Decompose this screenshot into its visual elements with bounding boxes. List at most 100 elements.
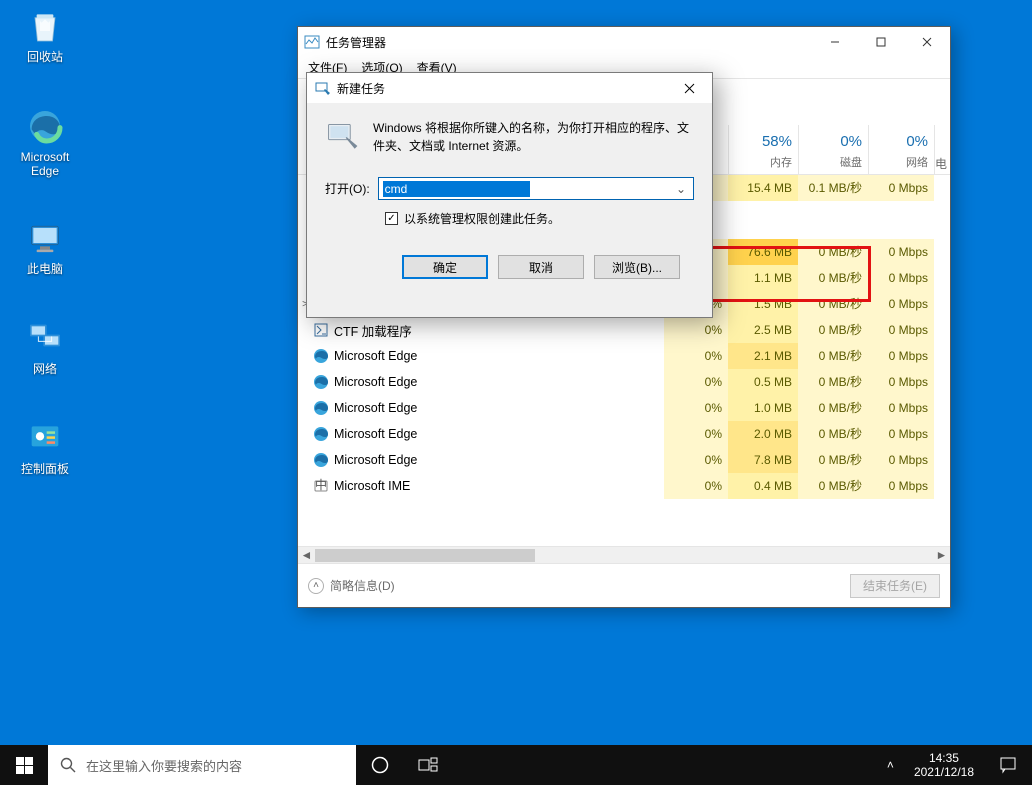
cell-memory: 0.4 MB (728, 473, 798, 499)
desktop-icon-label: 回收站 (8, 50, 82, 64)
cell-disk: 0 MB/秒 (798, 343, 868, 369)
browse-button[interactable]: 浏览(B)... (594, 255, 680, 279)
maximize-button[interactable] (858, 27, 904, 57)
horizontal-scrollbar[interactable]: ◄ ► (298, 546, 950, 563)
process-icon (312, 426, 330, 442)
admin-checkbox-row[interactable]: ✓ 以系统管理权限创建此任务。 (385, 210, 694, 227)
cell-disk: 0 MB/秒 (798, 395, 868, 421)
column-power[interactable]: 电 (934, 125, 950, 175)
fewer-details-link[interactable]: ˄ 简略信息(D) (308, 577, 395, 594)
process-icon: 中 (312, 478, 330, 494)
open-input[interactable] (383, 181, 530, 197)
ok-button[interactable]: 确定 (402, 255, 488, 279)
cell-memory: 76.6 MB (728, 239, 798, 265)
network-icon (25, 318, 65, 358)
cell-network: 0 Mbps (868, 369, 934, 395)
checkbox-checked-icon[interactable]: ✓ (385, 212, 398, 225)
cell-network: 0 Mbps (868, 175, 934, 201)
cortana-button[interactable] (356, 745, 404, 785)
desktop-icon-network[interactable]: 网络 (8, 318, 82, 376)
cell-memory: 0.5 MB (728, 369, 798, 395)
cell-memory: 2.0 MB (728, 421, 798, 447)
scroll-right-icon[interactable]: ► (933, 547, 950, 564)
process-icon (312, 348, 330, 364)
process-row[interactable]: Microsoft Edge0%7.8 MB0 MB/秒0 Mbps (298, 447, 950, 473)
dialog-close-button[interactable] (666, 73, 712, 103)
start-button[interactable] (0, 745, 48, 785)
process-row[interactable]: Microsoft Edge0%2.1 MB0 MB/秒0 Mbps (298, 343, 950, 369)
system-tray[interactable]: ˄ (877, 758, 904, 772)
tray-chevron-up-icon[interactable]: ˄ (887, 758, 894, 772)
process-name: Microsoft Edge (334, 453, 664, 467)
cell-cpu: 0% (664, 317, 728, 343)
cancel-button[interactable]: 取消 (498, 255, 584, 279)
cell-memory: 15.4 MB (728, 175, 798, 201)
process-icon (312, 374, 330, 390)
desktop-icon-this-pc[interactable]: 此电脑 (8, 218, 82, 276)
taskbar-date: 2021/12/18 (914, 765, 974, 779)
scroll-left-icon[interactable]: ◄ (298, 547, 315, 564)
cell-cpu: 0% (664, 447, 728, 473)
desktop-icon-edge[interactable]: Microsoft Edge (8, 106, 82, 178)
task-manager-icon (304, 34, 320, 50)
desktop-icon-label: 此电脑 (8, 262, 82, 276)
cell-cpu: 0% (664, 369, 728, 395)
taskbar: 在这里输入你要搜索的内容 ˄ 14:35 2021/12/18 (0, 745, 1032, 785)
column-memory[interactable]: 58% 内存 (728, 125, 798, 175)
process-row[interactable]: Microsoft Edge0%2.0 MB0 MB/秒0 Mbps (298, 421, 950, 447)
cell-network: 0 Mbps (868, 447, 934, 473)
taskbar-clock[interactable]: 14:35 2021/12/18 (904, 751, 984, 779)
edge-icon (25, 106, 65, 146)
end-task-button[interactable]: 结束任务(E) (850, 574, 940, 598)
task-manager-footer: ˄ 简略信息(D) 结束任务(E) (298, 563, 950, 607)
taskbar-search[interactable]: 在这里输入你要搜索的内容 (48, 745, 356, 785)
desktop-icon-label: 控制面板 (8, 462, 82, 476)
recycle-bin-icon (25, 6, 65, 46)
close-button[interactable] (904, 27, 950, 57)
column-network[interactable]: 0% 网络 (868, 125, 934, 175)
cell-cpu: 0% (664, 421, 728, 447)
task-view-button[interactable] (404, 745, 452, 785)
this-pc-icon (25, 218, 65, 258)
run-dialog-icon (325, 119, 361, 155)
search-placeholder: 在这里输入你要搜索的内容 (86, 756, 242, 775)
scroll-thumb[interactable] (315, 549, 535, 562)
control-panel-icon (25, 418, 65, 458)
column-disk[interactable]: 0% 磁盘 (798, 125, 868, 175)
cell-disk: 0 MB/秒 (798, 317, 868, 343)
cell-memory: 2.5 MB (728, 317, 798, 343)
cell-disk: 0.1 MB/秒 (798, 175, 868, 201)
taskbar-time: 14:35 (914, 751, 974, 765)
cell-memory: 2.1 MB (728, 343, 798, 369)
process-row[interactable]: Microsoft Edge0%0.5 MB0 MB/秒0 Mbps (298, 369, 950, 395)
dialog-description: Windows 将根据你所键入的名称，为你打开相应的程序、文件夹、文档或 Int… (373, 119, 694, 155)
title-bar[interactable]: 任务管理器 (298, 27, 950, 57)
dialog-title-bar[interactable]: 新建任务 (307, 73, 712, 103)
cell-disk: 0 MB/秒 (798, 265, 868, 291)
chevron-up-icon: ˄ (308, 578, 324, 594)
dropdown-icon[interactable]: ⌄ (673, 182, 689, 196)
open-label: 打开(O): (325, 180, 370, 197)
desktop-icon-recycle-bin[interactable]: 回收站 (8, 6, 82, 64)
minimize-button[interactable] (812, 27, 858, 57)
dialog-title: 新建任务 (337, 80, 666, 97)
open-combobox[interactable]: ⌄ (378, 177, 694, 200)
notifications-button[interactable] (984, 756, 1032, 774)
process-icon (312, 400, 330, 416)
cell-memory: 7.8 MB (728, 447, 798, 473)
desktop-icon-label: 网络 (8, 362, 82, 376)
cell-memory: 1.1 MB (728, 265, 798, 291)
process-row[interactable]: Microsoft Edge0%1.0 MB0 MB/秒0 Mbps (298, 395, 950, 421)
run-icon (315, 80, 331, 96)
process-name: CTF 加载程序 (334, 321, 664, 340)
desktop-icon-control-panel[interactable]: 控制面板 (8, 418, 82, 476)
process-row[interactable]: CTF 加载程序0%2.5 MB0 MB/秒0 Mbps (298, 317, 950, 343)
cell-cpu: 0% (664, 473, 728, 499)
cell-disk: 0 MB/秒 (798, 369, 868, 395)
cell-network: 0 Mbps (868, 239, 934, 265)
process-name: Microsoft Edge (334, 375, 664, 389)
svg-text:中: 中 (315, 478, 327, 492)
process-row[interactable]: 中Microsoft IME0%0.4 MB0 MB/秒0 Mbps (298, 473, 950, 499)
cell-network: 0 Mbps (868, 265, 934, 291)
run-dialog: 新建任务 Windows 将根据你所键入的名称，为你打开相应的程序、文件夹、文档… (306, 72, 713, 318)
